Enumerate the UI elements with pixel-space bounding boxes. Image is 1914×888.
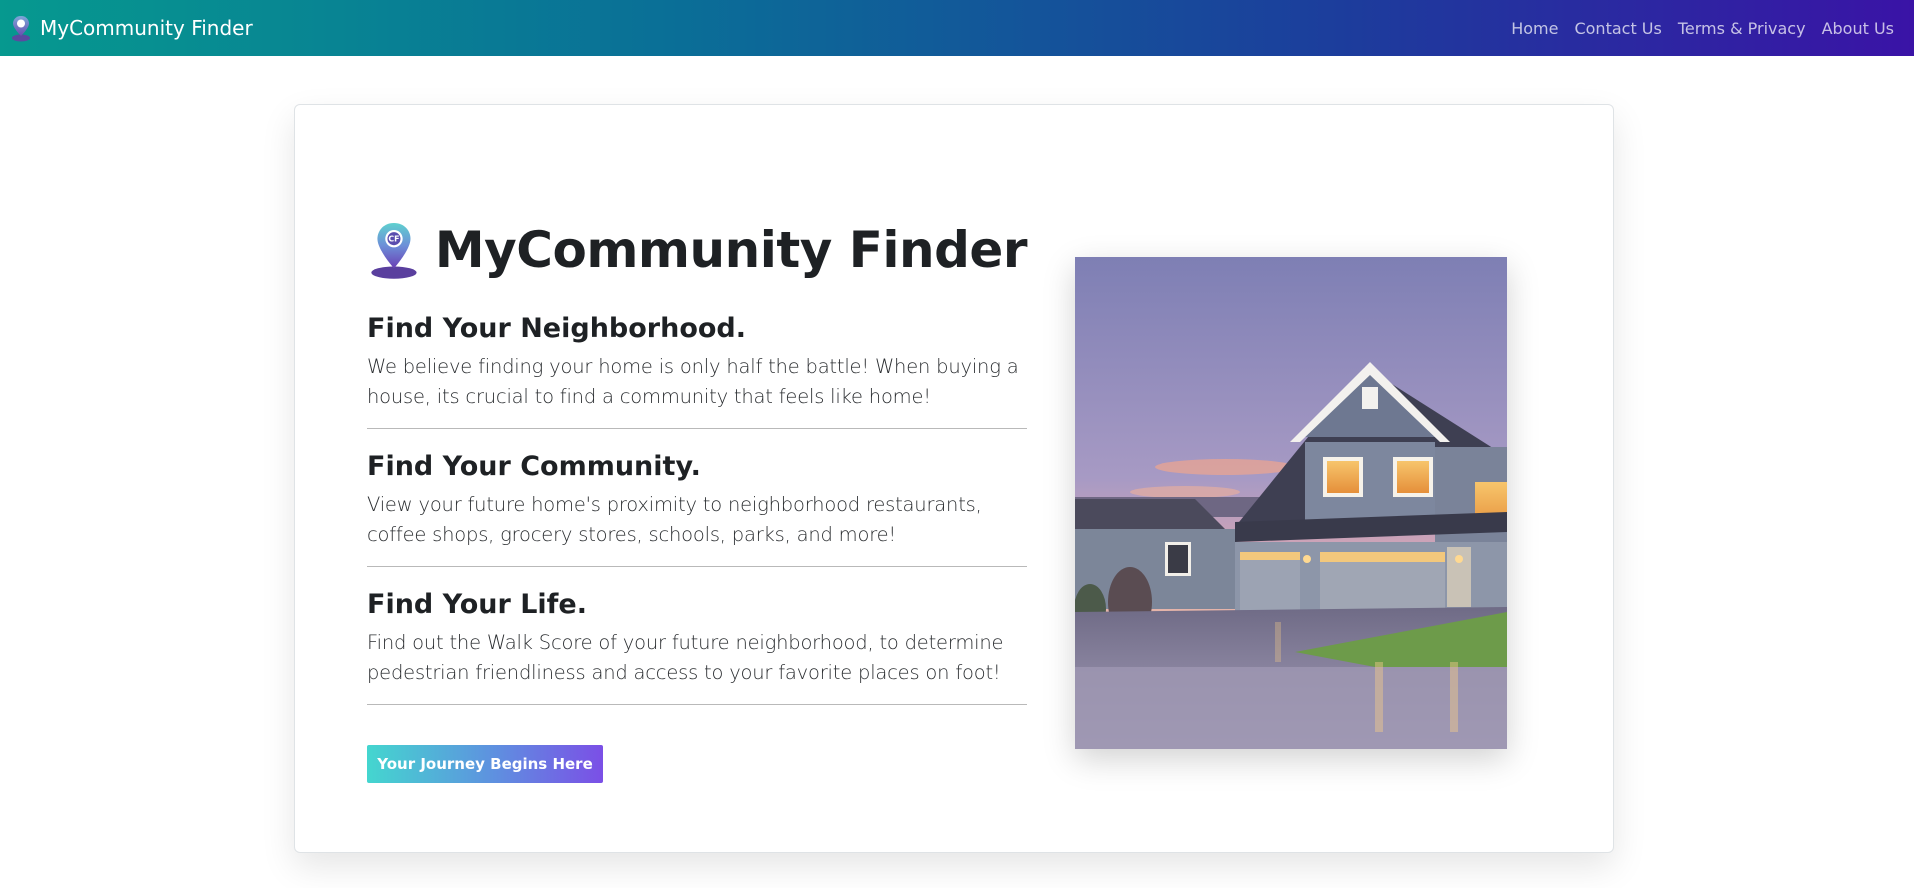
brand-name: MyCommunity Finder bbox=[40, 16, 253, 40]
svg-text:CF: CF bbox=[388, 235, 399, 244]
feature-text: Find out the Walk Score of your future n… bbox=[367, 631, 1004, 684]
house-at-dusk-photo bbox=[1075, 257, 1507, 749]
map-pin-cf-icon: CF bbox=[371, 223, 417, 279]
feature-neighborhood: Find Your Neighborhood. We believe findi… bbox=[367, 295, 1027, 429]
nav-link-terms-privacy[interactable]: Terms & Privacy bbox=[1678, 19, 1806, 38]
hero-card: CF MyCommunity Finder Find Your Neighbor… bbox=[294, 104, 1614, 853]
brand-link[interactable]: MyCommunity Finder bbox=[10, 14, 253, 42]
feature-heading: Find Your Life. bbox=[367, 589, 587, 620]
nav-link-about-us[interactable]: About Us bbox=[1822, 19, 1894, 38]
feature-text: View your future home's proximity to nei… bbox=[367, 493, 982, 546]
nav-link-contact-us[interactable]: Contact Us bbox=[1574, 19, 1661, 38]
house-photo bbox=[1075, 257, 1507, 749]
nav-links: Home Contact Us Terms & Privacy About Us bbox=[1511, 19, 1894, 38]
hero-title-row: CF MyCommunity Finder bbox=[367, 205, 1028, 295]
top-navbar: MyCommunity Finder Home Contact Us Terms… bbox=[0, 0, 1914, 56]
feature-heading: Find Your Community. bbox=[367, 451, 701, 482]
feature-community: Find Your Community. View your future ho… bbox=[367, 429, 1027, 567]
page-title: MyCommunity Finder bbox=[434, 221, 1028, 279]
map-pin-icon bbox=[12, 16, 30, 42]
feature-heading: Find Your Neighborhood. bbox=[367, 313, 747, 344]
feature-life: Find Your Life. Find out the Walk Score … bbox=[367, 567, 1027, 705]
nav-link-home[interactable]: Home bbox=[1511, 19, 1558, 38]
feature-text: We believe finding your home is only hal… bbox=[367, 355, 1019, 408]
hero-content: CF MyCommunity Finder Find Your Neighbor… bbox=[367, 205, 1028, 783]
journey-begins-button[interactable]: Your Journey Begins Here bbox=[367, 745, 603, 783]
